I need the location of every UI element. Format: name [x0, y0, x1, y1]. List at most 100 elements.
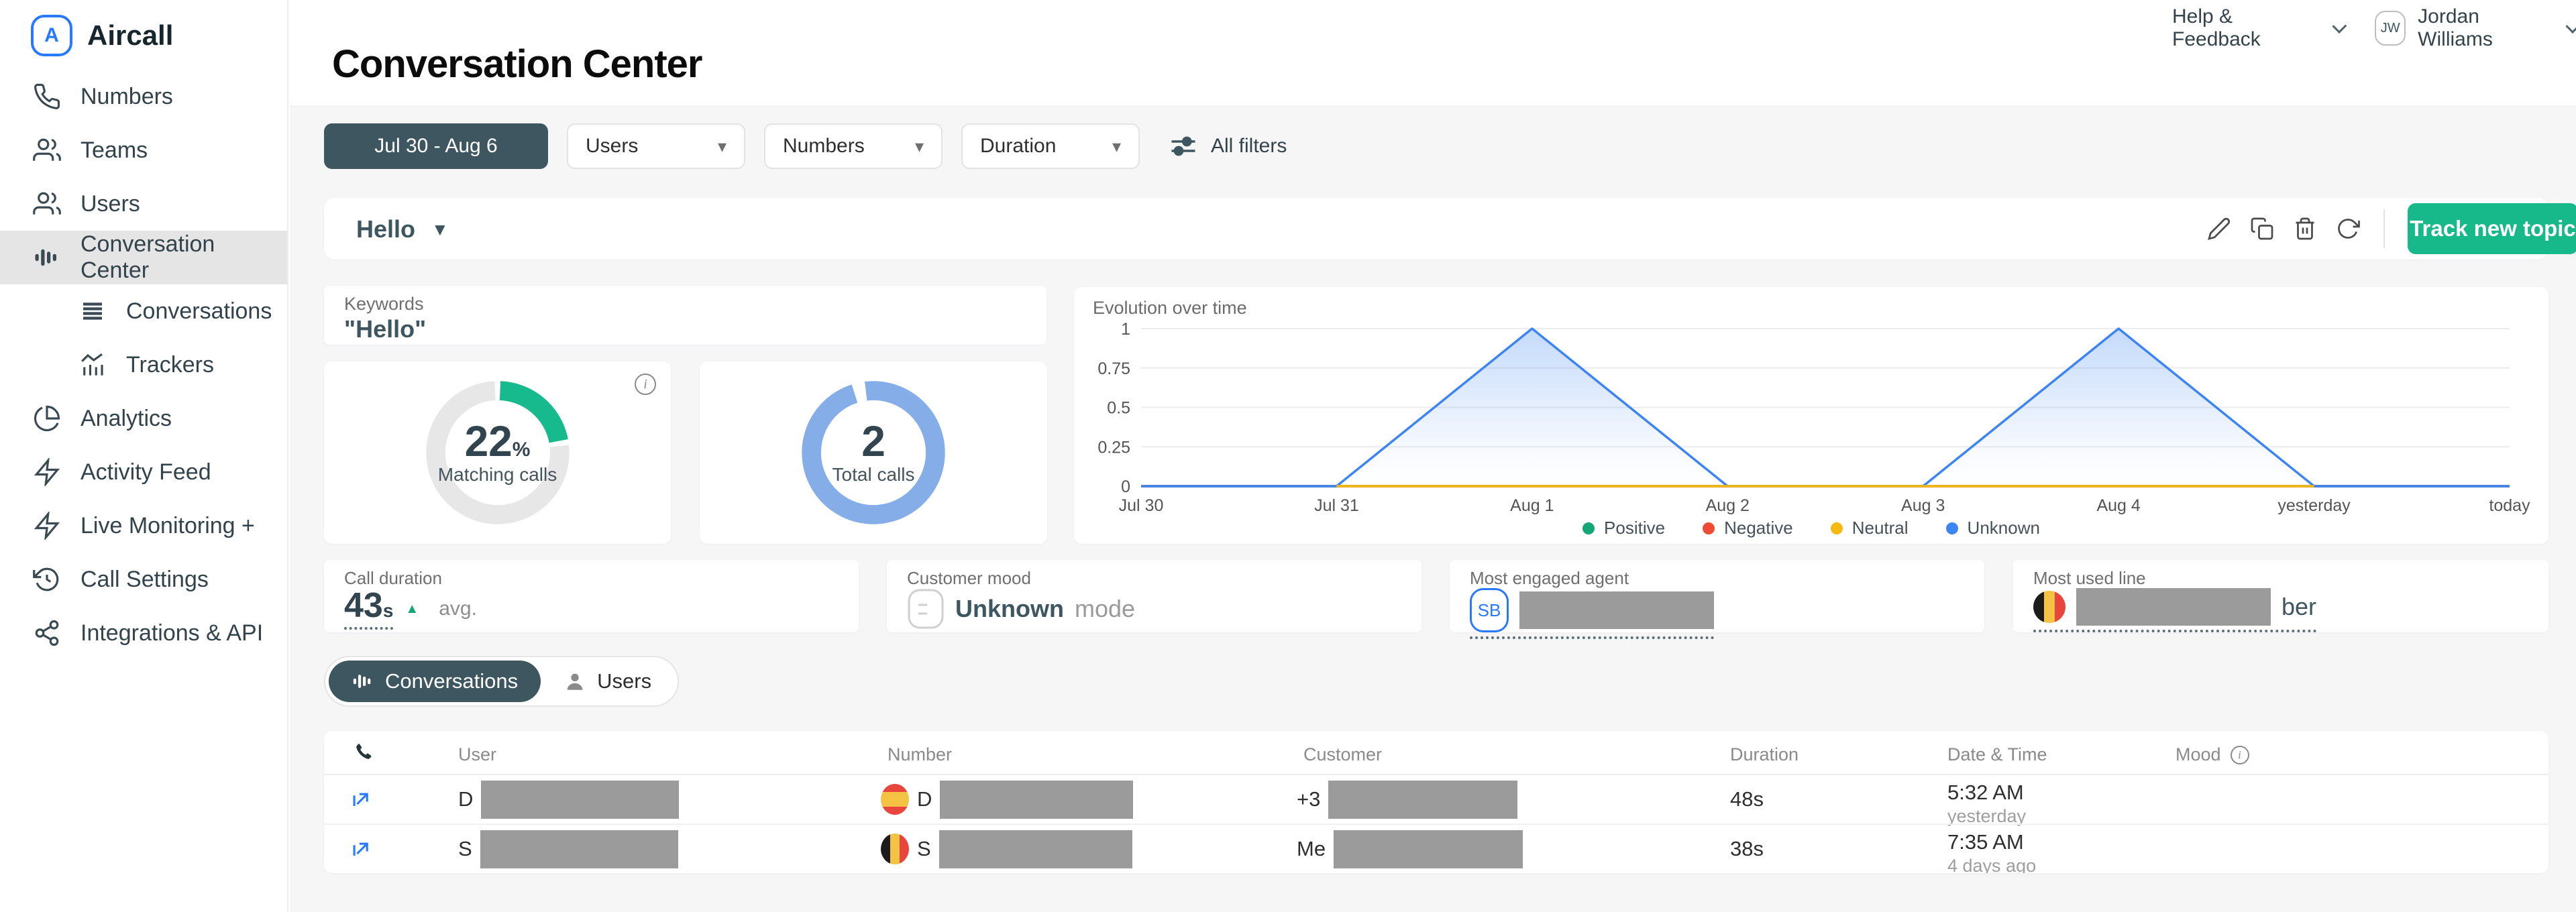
col-date-time: Date & Time [1947, 744, 2047, 765]
info-icon[interactable]: i [2231, 746, 2249, 764]
svg-text:Aug 2: Aug 2 [1706, 496, 1750, 515]
sidebar-item-live-monitoring[interactable]: Live Monitoring + [0, 499, 287, 553]
redacted-customer [1328, 781, 1517, 819]
table-row[interactable]: D D +3 48s 5:32 AMyesterday [324, 775, 2548, 823]
svg-text:yesterday: yesterday [2277, 496, 2351, 515]
phone-icon [32, 82, 62, 111]
dropdown-caret-icon: ▾ [718, 136, 727, 157]
keywords-card: Keywords "Hello" [324, 286, 1046, 345]
tab-users[interactable]: Users [541, 661, 674, 702]
sidebar-item-conversations[interactable]: Conversations [0, 284, 287, 338]
svg-text:0: 0 [1121, 477, 1130, 496]
svg-text:Jul 30: Jul 30 [1119, 496, 1164, 515]
table-header: User Number Customer Duration Date & Tim… [324, 731, 2548, 775]
divider [2383, 209, 2385, 248]
call-time: 7:35 AM [1947, 830, 2036, 854]
svg-text:0.5: 0.5 [1107, 399, 1130, 418]
sidebar-item-users[interactable]: Users [0, 177, 287, 231]
table-row[interactable]: S S Me 38s 7:35 AM4 days ago [324, 823, 2548, 872]
total-calls-label: Total calls [833, 464, 915, 486]
sidebar-item-teams[interactable]: Teams [0, 123, 287, 177]
legend-item-negative[interactable]: Negative [1703, 518, 1793, 538]
info-icon[interactable]: i [635, 374, 656, 395]
sidebar-item-call-settings[interactable]: Call Settings [0, 553, 287, 606]
duplicate-topic-button[interactable] [2249, 216, 2275, 241]
edit-topic-button[interactable] [2206, 216, 2232, 241]
matching-calls-card: i 22% Matching calls [324, 361, 671, 544]
tab-conversations[interactable]: Conversations [329, 661, 541, 702]
line-number-suffix: ber [2282, 593, 2316, 621]
user-name: Jordan Williams [2418, 5, 2553, 51]
call-duration-unit: s [383, 600, 394, 621]
svg-text:0.25: 0.25 [1097, 438, 1130, 457]
chart-legend: Positive Negative Neutral Unknown [1074, 518, 2548, 538]
dropdown-caret-icon: ▾ [915, 136, 924, 157]
conversations-table: User Number Customer Duration Date & Tim… [324, 731, 2548, 873]
user-profile-menu[interactable]: JW Jordan Williams [2375, 5, 2576, 51]
sidebar: A Aircall Numbers Teams UsersConversation … [0, 0, 288, 912]
aircall-logo-text: Aircall [87, 19, 173, 52]
numbers-filter-label: Numbers [783, 135, 865, 158]
svg-text:Jul 31: Jul 31 [1314, 496, 1359, 515]
topic-actions: Track new topic [2206, 198, 2576, 260]
refresh-topic-button[interactable] [2335, 216, 2361, 241]
call-duration-suffix: avg. [439, 597, 477, 620]
users-filter[interactable]: Users ▾ [567, 123, 745, 169]
sidebar-item-analytics[interactable]: Analytics [0, 392, 287, 445]
matching-calls-value: 22 [465, 417, 513, 465]
legend-dot-icon [1831, 522, 1843, 534]
customer-prefix: +3 [1297, 787, 1320, 811]
sliders-icon [1169, 132, 1197, 160]
tracker-icon [78, 350, 107, 380]
delete-topic-button[interactable] [2292, 216, 2318, 241]
waveform-icon [32, 243, 62, 272]
aircall-logo[interactable]: A Aircall [31, 15, 173, 56]
sidebar-item-label: Conversations [126, 298, 272, 325]
topic-selector[interactable]: Hello ▼ [356, 215, 449, 243]
user-name-prefix: D [458, 787, 473, 811]
people-icon [32, 189, 62, 219]
date-range-filter[interactable]: Jul 30 - Aug 6 [324, 123, 548, 169]
customer-mood-suffix: mode [1075, 595, 1135, 623]
outbound-call-icon [350, 838, 372, 860]
integrations-icon [32, 618, 62, 648]
duration-filter[interactable]: Duration ▾ [961, 123, 1140, 169]
numbers-filter[interactable]: Numbers ▾ [764, 123, 943, 169]
sidebar-item-conversation-center[interactable]: Conversation Center [0, 231, 287, 284]
most-engaged-agent-label: Most engaged agent [1470, 568, 1629, 589]
help-feedback-menu[interactable]: Help & Feedback [2172, 5, 2343, 51]
track-new-topic-button[interactable]: Track new topic [2408, 203, 2576, 254]
dropdown-caret-icon: ▼ [431, 219, 449, 240]
topic-name: Hello [356, 215, 415, 243]
customer-mood-value: Unknown [955, 595, 1064, 623]
history-icon [32, 565, 62, 594]
sidebar-item-trackers[interactable]: Trackers [0, 338, 287, 392]
legend-item-unknown[interactable]: Unknown [1946, 518, 2040, 538]
svg-text:0.75: 0.75 [1097, 359, 1130, 378]
svg-text:Aug 4: Aug 4 [2096, 496, 2140, 515]
total-calls-card: 2 Total calls [700, 361, 1047, 544]
redacted-customer [1334, 830, 1523, 868]
legend-item-positive[interactable]: Positive [1582, 518, 1665, 538]
legend-dot-icon [1582, 522, 1595, 534]
dropdown-caret-icon: ▾ [1112, 136, 1121, 157]
all-filters-button[interactable]: All filters [1169, 132, 1287, 160]
sidebar-item-label: Teams [80, 137, 148, 164]
belgium-flag-icon [881, 834, 909, 864]
svg-text:Aug 3: Aug 3 [1901, 496, 1945, 515]
topic-toolbar-card: Hello ▼ Track new topic [324, 198, 2548, 260]
sidebar-item-integrations-api[interactable]: Integrations & API [0, 606, 287, 660]
sidebar-item-label: Activity Feed [80, 459, 211, 486]
duration-filter-label: Duration [980, 135, 1056, 158]
customer-mood-label: Customer mood [907, 568, 1031, 589]
legend-item-neutral[interactable]: Neutral [1831, 518, 1909, 538]
tab-conversations-label: Conversations [385, 669, 518, 693]
sidebar-item-activity-feed[interactable]: Activity Feed [0, 445, 287, 499]
col-mood: Mood [2176, 744, 2221, 765]
sidebar-item-numbers[interactable]: Numbers [0, 70, 287, 123]
outbound-call-icon [350, 788, 372, 811]
agent-avatar: SB [1470, 588, 1509, 632]
refresh-icon [2336, 217, 2360, 241]
col-customer: Customer [1303, 744, 1382, 765]
all-filters-label: All filters [1211, 135, 1287, 158]
